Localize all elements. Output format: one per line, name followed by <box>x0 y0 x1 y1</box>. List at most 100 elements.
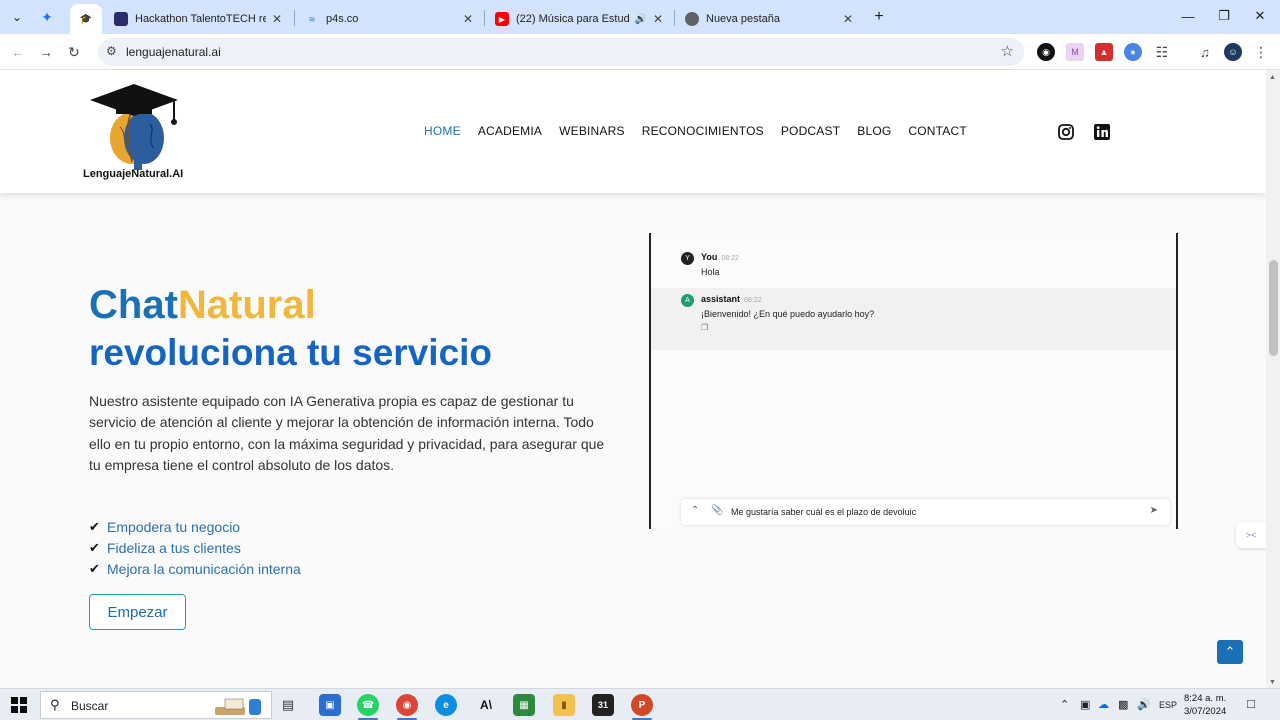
tab-youtube[interactable]: ▶ (22) Música para Estudiar, C 🔊 ✕ <box>485 4 673 34</box>
taskbar-search[interactable]: ⚲ Buscar <box>40 691 272 719</box>
nav-item-reconocimientos[interactable]: RECONOCIMIENTOS <box>642 124 764 138</box>
tab-title: p4s.co <box>326 13 359 25</box>
address-bar[interactable]: ⚙ lenguajenatural.ai ☆ <box>98 38 1024 66</box>
ai-app-icon[interactable]: A\ <box>475 694 497 716</box>
nav-item-academia[interactable]: ACADEMIA <box>478 124 542 138</box>
nav-item-home[interactable]: HOME <box>424 124 461 138</box>
close-icon[interactable]: ✕ <box>653 12 663 26</box>
page-scrollbar[interactable]: ▲ ▼ <box>1266 70 1280 688</box>
tab-new[interactable]: Nueva pestaña ✕ <box>675 4 863 34</box>
speaker-icon[interactable]: 🔊 <box>634 14 646 25</box>
tab-lenguajenatural[interactable]: 🎓 <box>70 4 102 34</box>
taskbar-clock[interactable]: 8:24 a. m. 3/07/2024 <box>1184 692 1226 718</box>
back-button[interactable]: ← <box>6 40 30 64</box>
whatsapp-icon[interactable]: ☎ <box>357 694 379 716</box>
hero-title-chat: Chat <box>89 283 178 327</box>
instagram-icon[interactable] <box>1057 123 1075 141</box>
forward-button[interactable]: → <box>34 40 58 64</box>
close-icon[interactable]: ✕ <box>463 12 473 26</box>
minimize-icon: — <box>1181 8 1195 24</box>
close-icon[interactable]: ✕ <box>272 12 282 26</box>
expand-icon[interactable]: ⌃ <box>691 505 699 516</box>
search-highlight-illustration-icon <box>215 698 261 715</box>
network-icon[interactable]: ▩ <box>1118 698 1128 711</box>
hero-title: ChatNatural <box>89 283 316 328</box>
powerpoint-icon[interactable]: P <box>631 694 653 716</box>
graduation-cap-icon: 🎓 <box>79 12 93 26</box>
meet-now-icon[interactable]: ▣ <box>1080 698 1090 711</box>
search-placeholder: Buscar <box>71 699 109 713</box>
list-item: ✔ Mejora la comunicación interna <box>89 558 301 579</box>
nav-item-contact[interactable]: CONTACT <box>908 124 967 138</box>
sparkle-icon: ✦ <box>41 8 53 25</box>
paperclip-icon[interactable]: 📎 <box>711 505 723 516</box>
file-explorer-icon[interactable]: ▮ <box>553 694 575 716</box>
spreadsheet-app-icon[interactable]: ▦ <box>513 694 535 716</box>
tab-p4s[interactable]: ≋ p4s.co ✕ <box>295 4 483 34</box>
gemini-button[interactable]: ✦ <box>34 5 60 29</box>
scrollbar-thumb[interactable] <box>1269 260 1278 356</box>
file-manager-icon[interactable]: ▣ <box>319 694 341 716</box>
side-widget-button[interactable]: >< <box>1236 522 1266 548</box>
profile-avatar[interactable]: ☺ <box>1224 43 1242 61</box>
windows-start-icon[interactable] <box>11 697 27 713</box>
restore-button[interactable]: ❐ <box>1206 0 1242 32</box>
plus-icon: + <box>874 8 884 25</box>
arrow-left-icon: ← <box>11 44 25 60</box>
volume-icon[interactable]: 🔊 <box>1137 698 1151 711</box>
tray-overflow-icon[interactable]: ⌃ <box>1060 698 1069 711</box>
close-icon[interactable]: ✕ <box>843 12 853 26</box>
tab-hackathon[interactable]: Hackathon TalentoTECH region ✕ <box>104 4 292 34</box>
nav-item-podcast[interactable]: PODCAST <box>781 124 840 138</box>
extension-pdf-icon[interactable]: ▲ <box>1095 43 1113 61</box>
clock-time: 8:24 a. m. <box>1184 693 1227 704</box>
language-indicator[interactable]: ESP <box>1159 700 1177 710</box>
scroll-down-icon[interactable]: ▼ <box>1269 679 1276 686</box>
site-info-icon[interactable]: ⚙ <box>106 44 117 58</box>
onedrive-icon[interactable]: ☁ <box>1098 698 1109 711</box>
logo-text: LenguajeNatural.AI <box>83 168 184 180</box>
arrow-right-icon: → <box>39 44 53 60</box>
send-icon[interactable]: ➤ <box>1150 505 1158 516</box>
menu-kebab-icon[interactable]: ⋮ <box>1252 43 1270 61</box>
logo-brain-graduation-icon[interactable] <box>80 82 190 182</box>
nav-item-blog[interactable]: BLOG <box>857 124 891 138</box>
task-view-icon[interactable]: ▤ <box>277 694 299 716</box>
tab-search-button[interactable]: ⌄ <box>4 5 30 29</box>
chat-input-bar[interactable]: ⌃ 📎 Me gustaría saber cuál es el plazo d… <box>681 499 1170 525</box>
avatar: Y <box>681 252 694 265</box>
chat-input-field[interactable]: Me gustaría saber cuál es el plazo de de… <box>731 507 916 517</box>
empezar-button[interactable]: Empezar <box>89 594 186 630</box>
message-time: 08:22 <box>721 255 739 262</box>
scroll-up-icon[interactable]: ▲ <box>1269 74 1276 81</box>
extensions-puzzle-icon[interactable]: ☷ <box>1153 43 1171 61</box>
reload-button[interactable]: ↻ <box>62 40 86 64</box>
bookmark-star-icon[interactable]: ☆ <box>1001 42 1014 60</box>
close-window-button[interactable]: ✕ <box>1242 0 1278 32</box>
benefit-text: Fideliza a tus clientes <box>107 539 241 556</box>
linkedin-icon[interactable] <box>1093 123 1111 141</box>
extension-dark-icon[interactable]: ◉ <box>1037 43 1055 61</box>
message-time: 08:22 <box>744 297 762 304</box>
new-tab-button[interactable]: + <box>866 5 892 29</box>
notifications-icon[interactable]: □ <box>1247 696 1255 711</box>
extension-mail-icon[interactable]: M <box>1066 43 1084 61</box>
chrome-icon[interactable]: ◉ <box>396 694 418 716</box>
hero-subtitle: revoluciona tu servicio <box>89 332 493 373</box>
extension-blue-icon[interactable]: ● <box>1124 43 1142 61</box>
edge-icon[interactable]: e <box>435 694 457 716</box>
media-control-icon[interactable]: ♫ <box>1196 43 1214 61</box>
scroll-to-top-button[interactable]: ⌃ <box>1217 640 1243 664</box>
copy-icon[interactable]: ❐ <box>701 323 708 332</box>
p4s-favicon-icon: ≋ <box>308 14 316 24</box>
message-author: assistant 08:22 <box>701 294 762 304</box>
chat-demo-panel: Y You 08:22 Hola A assistant 08:22 ¡Bienve… <box>649 233 1178 529</box>
chevron-up-icon: ⌃ <box>1224 644 1236 659</box>
minimize-button[interactable]: — <box>1170 0 1206 32</box>
message-text: ¡Bienvenido! ¿En qué puedo ayudarlo hoy? <box>701 309 875 319</box>
hero-title-natural: Natural <box>177 283 316 327</box>
calendar-icon[interactable]: 31 <box>592 694 614 716</box>
url-text[interactable]: lenguajenatural.ai <box>126 45 221 59</box>
youtube-icon: ▶ <box>495 12 509 26</box>
nav-item-webinars[interactable]: WEBINARS <box>559 124 625 138</box>
